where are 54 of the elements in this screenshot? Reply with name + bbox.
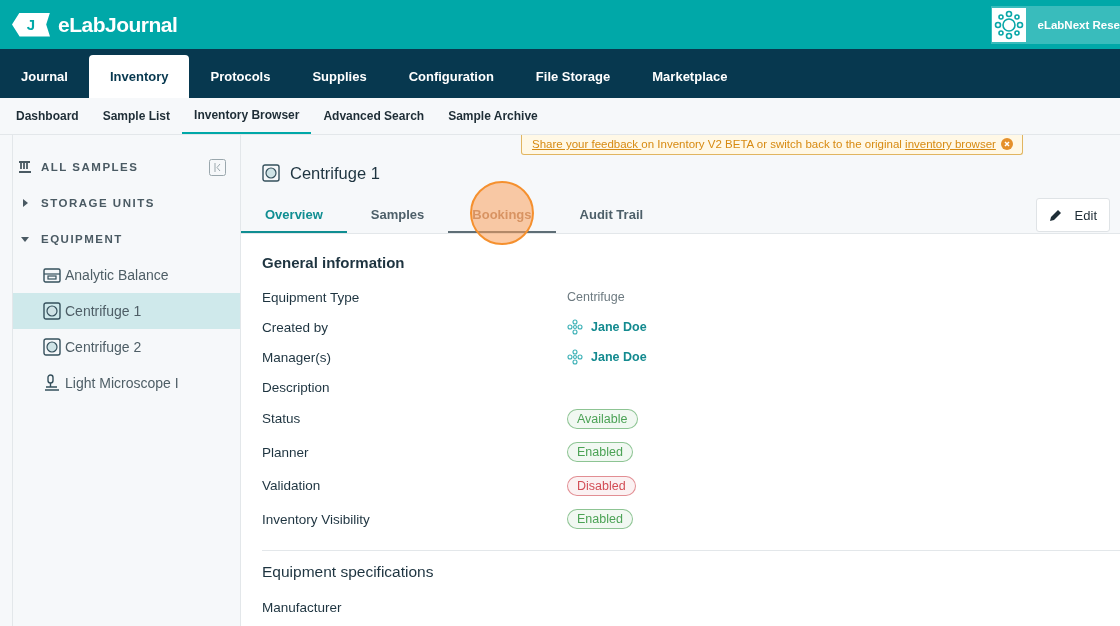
section-title: Equipment specifications [262,563,435,581]
user-link[interactable]: Jane Doe [591,350,647,364]
status-badge: Enabled [567,442,633,463]
sub-nav-tab[interactable]: Sample List [90,98,183,134]
field-label: Description [262,379,331,395]
main-nav-tab[interactable]: Supplies [291,55,388,98]
field-label: Planner [262,444,310,460]
balance-icon [43,266,61,284]
network-logo-icon [993,9,1024,40]
microscope-icon [43,374,61,392]
caret-icon[interactable] [21,199,29,207]
detail-tab[interactable]: Audit Trail [555,197,668,233]
field-value: Centrifuge [567,290,626,304]
field-label: Created by [262,319,330,335]
field-label: Validation [262,478,322,494]
centrifuge-icon [43,302,61,320]
main-nav-tab[interactable]: Protocols [189,55,292,98]
sub-nav-tab[interactable]: Dashboard [0,98,91,134]
equipment-item[interactable]: Light Microscope I [13,365,240,401]
status-badge: Enabled [567,509,633,530]
main-nav-tab[interactable]: Journal [0,55,89,98]
banner-text: on Inventory V2 BETA or switch back to the original [641,138,903,150]
field-label: Manager(s) [262,349,333,365]
sidebar-section[interactable]: ALL SAMPLES [41,161,139,173]
equipment-item[interactable]: Centrifuge 1 [13,293,240,329]
main-nav-tab[interactable]: Marketplace [631,55,749,98]
sub-nav-tab[interactable]: Advanced Search [311,98,437,134]
centrifuge-icon [43,338,61,356]
equipment-item[interactable]: Centrifuge 2 [13,329,240,365]
field-label: Manufacturer [262,599,343,615]
item-title: Centrifuge 1 [290,163,380,183]
sub-nav-tab[interactable]: Sample Archive [436,98,550,134]
main-nav-tab[interactable]: File Storage [514,55,632,98]
field-label: Status [262,411,302,427]
centrifuge-icon [262,164,280,182]
main-nav-tab[interactable]: Configuration [387,55,515,98]
caret-icon[interactable] [21,235,29,243]
sample-tubes-icon [19,161,31,173]
equipment-item[interactable]: Analytic Balance [13,257,240,293]
sidebar-section[interactable]: STORAGE UNITS [41,197,155,209]
user-link[interactable]: Jane Doe [591,320,647,334]
status-badge: Available [567,408,638,429]
section-title: General information [262,254,406,271]
main-nav-tab[interactable]: Inventory [88,55,190,98]
status-badge: Disabled [567,475,636,496]
detail-tab[interactable]: Samples [346,197,449,233]
pencil-icon [1048,208,1063,222]
edit-button[interactable]: Edit [1035,198,1110,232]
detail-tab[interactable]: Overview [241,197,347,233]
sidebar-section[interactable]: EQUIPMENT [41,233,123,245]
user-avatar-icon [567,319,583,335]
field-label: Equipment Type [262,289,361,305]
user-avatar-icon [567,349,583,365]
field-label: Inventory Visibility [262,511,371,527]
